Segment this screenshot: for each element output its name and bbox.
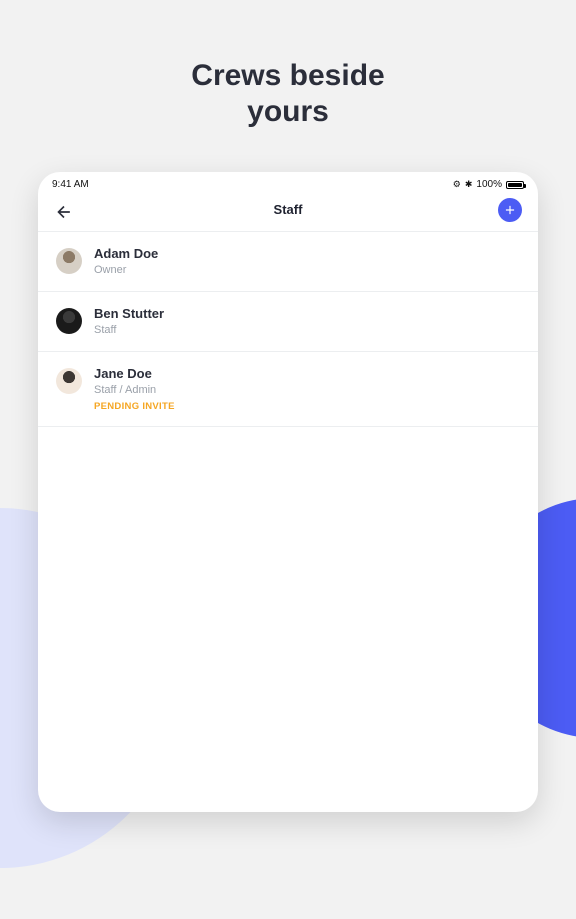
alarm-icon: ⚙ — [453, 179, 461, 190]
headline-line-1: Crews beside — [191, 59, 384, 92]
staff-text: Ben StutterStaff — [94, 306, 164, 337]
avatar — [56, 308, 82, 334]
header-title: Staff — [274, 202, 303, 217]
status-time: 9:41 AM — [52, 179, 89, 190]
status-right: ⚙ ✱ 100% — [453, 179, 524, 190]
staff-role: Staff / Admin — [94, 383, 175, 397]
avatar — [56, 248, 82, 274]
staff-text: Jane DoeStaff / Admin PENDING INVITE — [94, 366, 175, 411]
back-button[interactable] — [54, 202, 76, 224]
bluetooth-icon: ✱ — [465, 179, 473, 190]
avatar — [56, 368, 82, 394]
battery-icon — [506, 181, 524, 189]
staff-role: Owner — [94, 263, 158, 277]
status-bar: 9:41 AM ⚙ ✱ 100% — [38, 172, 538, 192]
staff-name: Jane Doe — [94, 366, 175, 383]
staff-name: Adam Doe — [94, 246, 158, 263]
staff-role: Staff — [94, 323, 164, 337]
device-frame: 9:41 AM ⚙ ✱ 100% Staff Adam DoeOwner Ben … — [38, 172, 538, 812]
staff-name: Ben Stutter — [94, 306, 164, 323]
marketing-headline: Crews beside yours — [0, 0, 576, 164]
arrow-left-icon — [54, 202, 74, 222]
staff-status: PENDING INVITE — [94, 401, 175, 412]
headline-line-2: yours — [247, 95, 329, 128]
staff-list: Adam DoeOwnerBen StutterStaffJane DoeSta… — [38, 232, 538, 427]
staff-row[interactable]: Ben StutterStaff — [38, 292, 538, 352]
staff-row[interactable]: Adam DoeOwner — [38, 232, 538, 292]
screen-header: Staff — [38, 192, 538, 232]
plus-icon — [503, 203, 517, 217]
add-button[interactable] — [498, 198, 522, 222]
battery-percent: 100% — [476, 179, 502, 190]
staff-text: Adam DoeOwner — [94, 246, 158, 277]
staff-row[interactable]: Jane DoeStaff / Admin PENDING INVITE — [38, 352, 538, 426]
